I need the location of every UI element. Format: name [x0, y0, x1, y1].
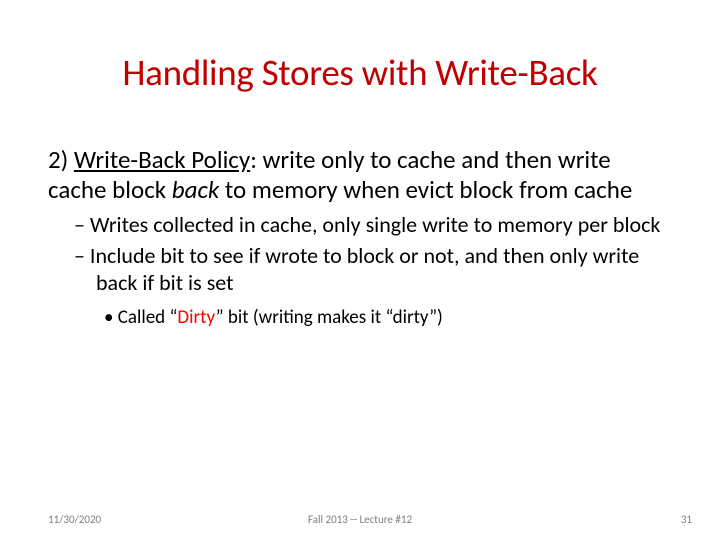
slide: Handling Stores with Write-Back 2) Write…: [0, 0, 720, 540]
policy-tail: to memory when evict block from cache: [219, 174, 632, 205]
sub-list-level2: • Called “Dirty” bit (writing makes it “…: [104, 306, 668, 330]
dirty-word: Dirty: [177, 306, 215, 329]
sub1-item-1: – Include bit to see if wrote to block o…: [74, 243, 668, 297]
slide-title: Handling Stores with Write-Back: [0, 50, 720, 95]
sub2-prefix: • Called “: [104, 306, 177, 329]
slide-footer: 11/30/2020 Fall 2013 -- Lecture #12 31: [0, 508, 720, 526]
sub2-suffix: ” bit (writing makes it “dirty”): [216, 306, 443, 329]
policy-label: Write-Back Policy: [74, 144, 250, 175]
sub-list-level1: – Writes collected in cache, only single…: [74, 212, 668, 296]
main-paragraph: 2) Write-Back Policy: write only to cach…: [48, 145, 668, 204]
sub1-item-0: – Writes collected in cache, only single…: [74, 212, 668, 239]
slide-body: 2) Write-Back Policy: write only to cach…: [48, 145, 668, 330]
footer-center: Fall 2013 -- Lecture #12: [0, 513, 720, 526]
back-word: back: [172, 174, 219, 205]
lead-number: 2): [48, 144, 74, 175]
footer-page-number: 31: [681, 513, 692, 526]
sub2-item-0: • Called “Dirty” bit (writing makes it “…: [104, 306, 668, 330]
